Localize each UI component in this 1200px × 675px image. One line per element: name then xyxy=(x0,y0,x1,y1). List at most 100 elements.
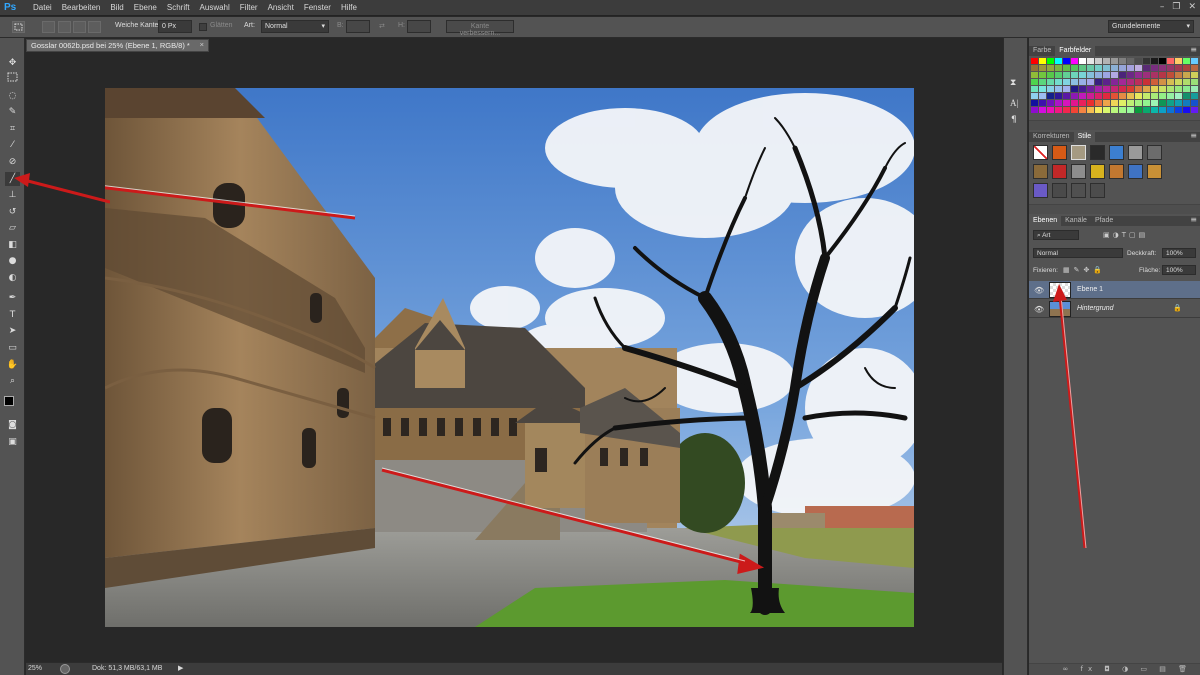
swatch[interactable] xyxy=(1167,72,1174,78)
swatch[interactable] xyxy=(1047,107,1054,113)
swatch[interactable] xyxy=(1047,58,1054,64)
swatch[interactable] xyxy=(1071,100,1078,106)
swatch[interactable] xyxy=(1079,86,1086,92)
foreground-color-swatch[interactable] xyxy=(4,396,14,406)
swatch[interactable] xyxy=(1183,86,1190,92)
swatch[interactable] xyxy=(1031,100,1038,106)
swatch[interactable] xyxy=(1183,72,1190,78)
swatch[interactable] xyxy=(1071,107,1078,113)
swatch[interactable] xyxy=(1167,93,1174,99)
swatch[interactable] xyxy=(1143,86,1150,92)
swatch[interactable] xyxy=(1055,65,1062,71)
refine-edge-button[interactable]: Kante verbessern... xyxy=(446,20,514,37)
pen-icon[interactable]: ✒ xyxy=(5,291,20,305)
swatch[interactable] xyxy=(1191,72,1198,78)
swatch[interactable] xyxy=(1047,93,1054,99)
swatch[interactable] xyxy=(1127,72,1134,78)
style-item[interactable] xyxy=(1109,164,1124,179)
style-item[interactable] xyxy=(1071,183,1086,198)
swatch[interactable] xyxy=(1095,93,1102,99)
swatch[interactable] xyxy=(1047,72,1054,78)
swatch[interactable] xyxy=(1127,107,1134,113)
swatch[interactable] xyxy=(1063,100,1070,106)
swatch[interactable] xyxy=(1031,86,1038,92)
swatch[interactable] xyxy=(1095,100,1102,106)
swatch[interactable] xyxy=(1191,93,1198,99)
swatch[interactable] xyxy=(1143,58,1150,64)
swatch[interactable] xyxy=(1031,72,1038,78)
swatch[interactable] xyxy=(1119,86,1126,92)
swatch[interactable] xyxy=(1151,72,1158,78)
layer-filter-icons[interactable]: ▣◑T▢▤ xyxy=(1103,231,1148,239)
status-menu-icon[interactable]: ▶ xyxy=(178,664,183,672)
swatch[interactable] xyxy=(1135,72,1142,78)
close-icon[interactable]: ✕ xyxy=(1188,2,1196,12)
swatch[interactable] xyxy=(1103,72,1110,78)
swatch[interactable] xyxy=(1151,58,1158,64)
swatch[interactable] xyxy=(1119,79,1126,85)
lock-icons[interactable]: ▦✎✥🔒 xyxy=(1063,266,1106,274)
menu-hilfe[interactable]: Hilfe xyxy=(336,3,362,12)
swatch[interactable] xyxy=(1167,79,1174,85)
swatch[interactable] xyxy=(1175,72,1182,78)
swatch[interactable] xyxy=(1103,58,1110,64)
quick-mask-icon[interactable]: ◙ xyxy=(5,418,20,432)
swatch[interactable] xyxy=(1063,79,1070,85)
fill-input[interactable]: 100% xyxy=(1162,265,1196,275)
style-item[interactable] xyxy=(1052,164,1067,179)
character-icon[interactable]: A| xyxy=(1010,98,1018,108)
swatch[interactable] xyxy=(1167,58,1174,64)
tab-kanaele[interactable]: Kanäle xyxy=(1061,216,1091,226)
tab-farbfelder[interactable]: Farbfelder xyxy=(1055,46,1096,56)
swatch[interactable] xyxy=(1103,86,1110,92)
antialias-checkbox[interactable] xyxy=(199,23,207,31)
swatch[interactable] xyxy=(1119,58,1126,64)
swatch[interactable] xyxy=(1119,65,1126,71)
swatch[interactable] xyxy=(1159,72,1166,78)
swatch[interactable] xyxy=(1183,100,1190,106)
swatch[interactable] xyxy=(1191,79,1198,85)
swatch[interactable] xyxy=(1191,65,1198,71)
swatch[interactable] xyxy=(1071,65,1078,71)
swatch[interactable] xyxy=(1183,79,1190,85)
swatch[interactable] xyxy=(1127,58,1134,64)
quick-select-icon[interactable]: ✎ xyxy=(5,105,20,119)
style-item[interactable] xyxy=(1033,183,1048,198)
opacity-input[interactable]: 100% xyxy=(1162,248,1196,258)
swatch[interactable] xyxy=(1079,100,1086,106)
swatch[interactable] xyxy=(1103,107,1110,113)
style-item[interactable] xyxy=(1052,183,1067,198)
swatch[interactable] xyxy=(1159,58,1166,64)
lasso-icon[interactable]: ◌ xyxy=(5,89,20,103)
swatch[interactable] xyxy=(1071,86,1078,92)
eye-icon[interactable]: 👁 xyxy=(1034,286,1044,295)
menu-bild[interactable]: Bild xyxy=(105,3,128,12)
new-selection-button[interactable] xyxy=(42,21,55,33)
swatch[interactable] xyxy=(1151,86,1158,92)
swatch[interactable] xyxy=(1135,79,1142,85)
menu-fenster[interactable]: Fenster xyxy=(299,3,336,12)
swatch[interactable] xyxy=(1111,86,1118,92)
swatch[interactable] xyxy=(1087,93,1094,99)
swatch[interactable] xyxy=(1175,65,1182,71)
swatch[interactable] xyxy=(1143,107,1150,113)
swatch[interactable] xyxy=(1191,107,1198,113)
swatch[interactable] xyxy=(1047,100,1054,106)
swatch[interactable] xyxy=(1071,58,1078,64)
style-select[interactable]: Normal ▾ xyxy=(261,20,329,33)
swatch[interactable] xyxy=(1031,79,1038,85)
swatch[interactable] xyxy=(1039,65,1046,71)
swatch[interactable] xyxy=(1079,93,1086,99)
share-icon[interactable] xyxy=(60,664,70,674)
swatch[interactable] xyxy=(1087,58,1094,64)
swatch[interactable] xyxy=(1039,79,1046,85)
swatch[interactable] xyxy=(1143,79,1150,85)
marquee-icon[interactable] xyxy=(5,72,20,86)
zoom-level[interactable]: 25% xyxy=(28,665,42,672)
swatch[interactable] xyxy=(1111,72,1118,78)
swatch[interactable] xyxy=(1119,93,1126,99)
swatch[interactable] xyxy=(1167,65,1174,71)
path-select-icon[interactable]: ➤ xyxy=(5,324,20,338)
height-input[interactable] xyxy=(407,20,431,33)
blend-mode-select[interactable]: Normal xyxy=(1033,248,1123,258)
